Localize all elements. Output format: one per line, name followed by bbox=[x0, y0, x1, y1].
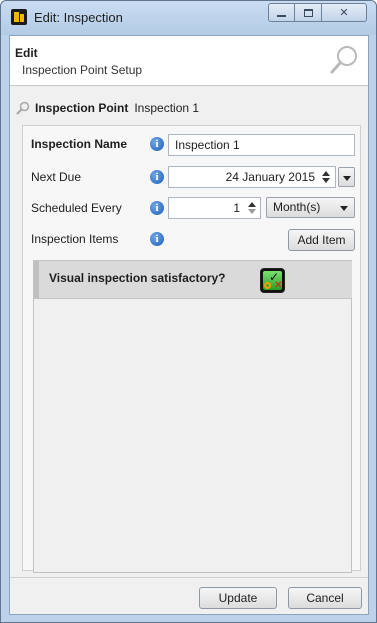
app-icon bbox=[11, 9, 27, 25]
footer-divider bbox=[10, 577, 368, 578]
info-icon[interactable]: i bbox=[150, 137, 164, 151]
inspection-name-label: Inspection Name bbox=[31, 137, 128, 151]
interval-spinner[interactable] bbox=[245, 198, 258, 218]
edit-inspection-window: Edit: Inspection ✕ Edit Inspection Point… bbox=[0, 0, 377, 623]
header-title: Edit bbox=[15, 46, 38, 60]
next-due-date-input[interactable]: 24 January 2015 bbox=[168, 166, 336, 188]
info-icon[interactable]: i bbox=[150, 170, 164, 184]
inspection-form-panel: Inspection Name i Inspection 1 Next Due … bbox=[22, 125, 361, 573]
dialog-client-area: Edit Inspection Point Setup Inspection P… bbox=[9, 35, 369, 615]
inspection-item-text: Visual inspection satisfactory? bbox=[49, 271, 226, 285]
maximize-button[interactable] bbox=[295, 3, 322, 22]
inspection-point-value: Inspection 1 bbox=[134, 101, 200, 115]
inspection-items-list[interactable] bbox=[33, 260, 352, 573]
next-due-label: Next Due bbox=[31, 170, 82, 184]
scheduled-every-label: Scheduled Every bbox=[31, 201, 122, 215]
pass-fail-icon[interactable]: ✓ ✕ bbox=[260, 268, 285, 293]
add-item-button[interactable]: Add Item bbox=[288, 229, 355, 251]
next-due-spinner[interactable] bbox=[319, 167, 332, 187]
inspection-point-label: Inspection Point bbox=[35, 101, 129, 115]
close-button[interactable]: ✕ bbox=[322, 3, 367, 22]
list-item[interactable]: Visual inspection satisfactory? ✓ ✕ bbox=[34, 261, 352, 299]
cancel-button[interactable]: Cancel bbox=[288, 587, 362, 609]
search-icon bbox=[16, 101, 30, 115]
info-icon[interactable]: i bbox=[150, 201, 164, 215]
update-button[interactable]: Update bbox=[199, 587, 277, 609]
window-title: Edit: Inspection bbox=[34, 10, 123, 25]
header-subtitle: Inspection Point Setup bbox=[22, 63, 143, 77]
magnifier-icon bbox=[330, 46, 357, 74]
info-icon[interactable]: i bbox=[150, 232, 164, 246]
inspection-point-row: Inspection Point Inspection 1 bbox=[16, 99, 199, 117]
title-bar[interactable]: Edit: Inspection ✕ bbox=[1, 1, 376, 35]
inspection-name-input[interactable]: Inspection 1 bbox=[168, 134, 355, 156]
interval-unit-select[interactable]: Month(s) bbox=[266, 197, 355, 218]
minimize-button[interactable] bbox=[268, 3, 295, 22]
close-icon: ✕ bbox=[339, 6, 349, 19]
calendar-dropdown-button[interactable] bbox=[338, 167, 355, 187]
inspection-items-label: Inspection Items bbox=[31, 232, 119, 246]
dialog-header: Edit Inspection Point Setup bbox=[10, 36, 368, 86]
maximize-icon bbox=[303, 8, 313, 17]
minimize-icon bbox=[277, 14, 286, 17]
caption-buttons: ✕ bbox=[268, 3, 367, 22]
